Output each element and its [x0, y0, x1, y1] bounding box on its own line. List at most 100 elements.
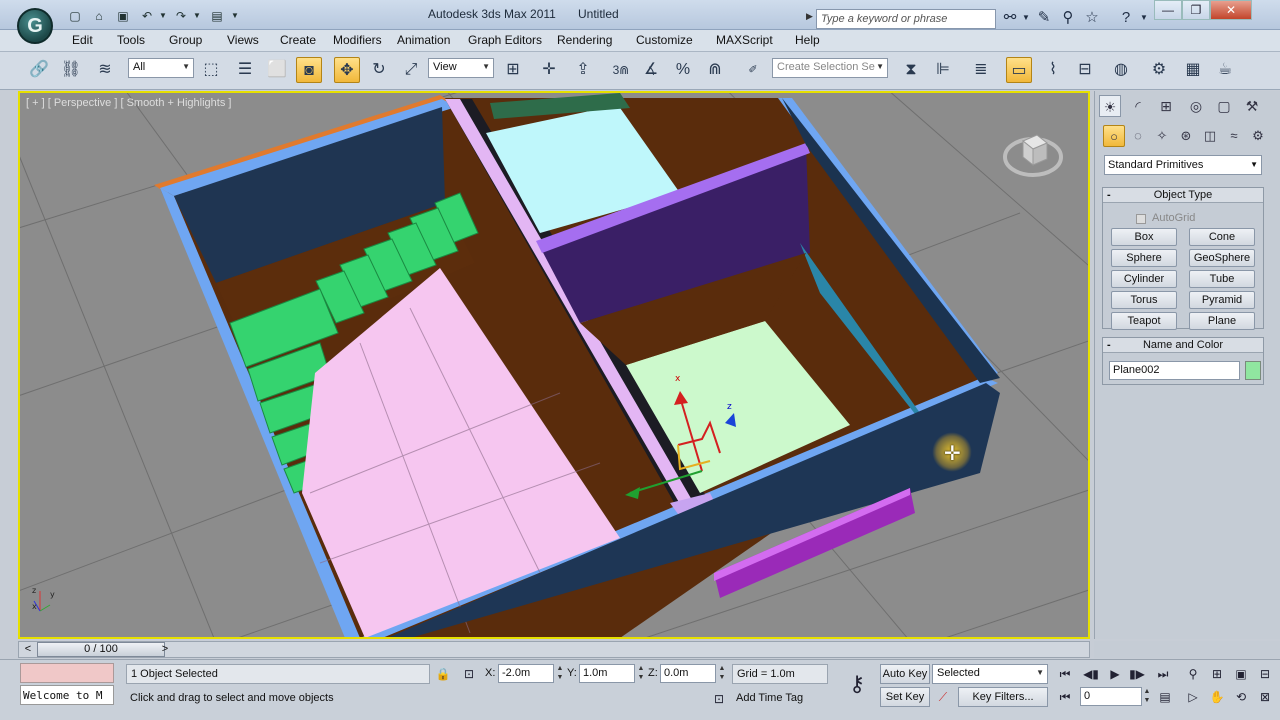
mirror-icon[interactable]: ⧗ — [898, 57, 924, 83]
percent-snap-icon[interactable]: % — [670, 57, 696, 83]
go-to-start-icon[interactable]: ⏮ — [1054, 664, 1076, 684]
x-coordinate-input[interactable]: -2.0m — [498, 664, 554, 683]
key-mode-toggle-icon[interactable]: ⏮ — [1054, 687, 1076, 707]
lights-category-icon[interactable]: ✧ — [1151, 125, 1173, 147]
unlink-selection-icon[interactable]: ⛓ — [58, 57, 84, 83]
motion-tab-icon[interactable]: ◎ — [1185, 95, 1207, 117]
set-key-icon[interactable]: ⚷ — [842, 673, 872, 695]
autogrid-checkbox[interactable] — [1136, 214, 1146, 224]
object-type-header[interactable]: - Object Type — [1103, 188, 1263, 203]
create-tab-icon[interactable]: ☀ — [1099, 95, 1121, 117]
space-warps-category-icon[interactable]: ≈ — [1223, 125, 1245, 147]
reference-coordinate-dropdown[interactable]: View — [428, 58, 494, 78]
name-and-color-header[interactable]: - Name and Color — [1103, 338, 1263, 353]
time-prev-button[interactable]: < — [20, 642, 36, 657]
field-of-view-icon[interactable]: ▷ — [1182, 687, 1204, 707]
select-and-link-icon[interactable]: 🔗 — [26, 57, 52, 83]
modify-tab-icon[interactable]: ◜ — [1127, 95, 1149, 117]
viewcube[interactable] — [1003, 123, 1063, 183]
display-tab-icon[interactable]: ▢ — [1213, 95, 1235, 117]
maxscript-listener-output[interactable] — [20, 663, 114, 683]
help-dropdown-icon[interactable]: ▼ — [1134, 8, 1154, 28]
angle-snap-icon[interactable]: ∡ — [638, 57, 664, 83]
menu-help[interactable]: Help — [793, 33, 822, 47]
undo-dropdown-icon[interactable]: ▼ — [154, 7, 172, 25]
layer-manager-icon[interactable]: ≣ — [968, 57, 994, 83]
subscription-key-icon[interactable]: ✎ — [1034, 8, 1054, 28]
menu-create[interactable]: Create — [278, 33, 318, 47]
zoom-icon[interactable]: ⚲ — [1182, 664, 1204, 684]
selection-lock-icon[interactable]: 🔒 — [432, 664, 454, 684]
geometry-category-icon[interactable]: ○ — [1103, 125, 1125, 147]
cylinder-button[interactable]: Cylinder — [1111, 270, 1177, 288]
close-button[interactable]: ✕ — [1210, 0, 1252, 20]
snaps-toggle-icon[interactable]: 3⋒ — [608, 57, 634, 83]
time-configuration-icon[interactable]: ▤ — [1154, 687, 1176, 707]
time-tag-icon[interactable]: ⊡ — [708, 689, 730, 709]
orbit-icon[interactable]: ⟲ — [1230, 687, 1252, 707]
select-object-icon[interactable]: ⬚ — [198, 57, 224, 83]
application-button[interactable]: G — [17, 8, 53, 44]
box-button[interactable]: Box — [1111, 228, 1177, 246]
object-color-swatch[interactable] — [1245, 361, 1261, 380]
pan-view-icon[interactable]: ✋ — [1206, 687, 1228, 707]
viewport-label[interactable]: [ + ] [ Perspective ] [ Smooth + Highlig… — [26, 97, 231, 109]
menu-group[interactable]: Group — [167, 33, 204, 47]
absolute-offset-mode-icon[interactable]: ⊡ — [458, 664, 480, 684]
align-icon[interactable]: ⊫ — [930, 57, 956, 83]
plane-button[interactable]: Plane — [1189, 312, 1255, 330]
edit-named-selection-icon[interactable]: ✐ — [740, 57, 766, 83]
zoom-extents-all-icon[interactable]: ⊟ — [1254, 664, 1276, 684]
cone-button[interactable]: Cone — [1189, 228, 1255, 246]
perspective-viewport[interactable]: [ + ] [ Perspective ] [ Smooth + Highlig… — [18, 91, 1090, 639]
time-next-button[interactable]: > — [157, 642, 173, 657]
maximize-viewport-icon[interactable]: ⊠ — [1254, 687, 1276, 707]
cameras-category-icon[interactable]: ⊛ — [1175, 125, 1197, 147]
time-slider-thumb[interactable]: 0 / 100 — [37, 642, 165, 657]
select-and-manipulate-icon[interactable]: ✛ — [536, 57, 562, 83]
tube-button[interactable]: Tube — [1189, 270, 1255, 288]
new-file-icon[interactable]: ▢ — [66, 7, 84, 25]
project-folder-icon[interactable]: ▤ — [208, 7, 226, 25]
time-slider[interactable]: < 0 / 100 > — [18, 641, 1090, 658]
schematic-view-icon[interactable]: ⊟ — [1072, 57, 1098, 83]
render-setup-icon[interactable]: ⚙ — [1146, 57, 1172, 83]
frame-spinner-icon[interactable]: ▲ ▼ — [1143, 687, 1151, 706]
window-crossing-icon[interactable]: ◙ — [296, 57, 322, 83]
menu-customize[interactable]: Customize — [634, 33, 695, 47]
select-and-rotate-icon[interactable]: ↻ — [366, 57, 392, 83]
helpers-category-icon[interactable]: ◫ — [1199, 125, 1221, 147]
auto-key-button[interactable]: Auto Key — [880, 664, 930, 684]
y-spinner-icon[interactable]: ▲ ▼ — [637, 664, 645, 683]
systems-category-icon[interactable]: ⚙ — [1247, 125, 1269, 147]
pyramid-button[interactable]: Pyramid — [1189, 291, 1255, 309]
select-and-move-icon[interactable]: ✥ — [334, 57, 360, 83]
search-expand-icon[interactable]: ▶ — [806, 11, 813, 22]
rendered-frame-window-icon[interactable]: ▦ — [1180, 57, 1206, 83]
quick-access-dropdown-icon[interactable]: ▼ — [226, 7, 244, 25]
default-tangents-icon[interactable]: ⟋ — [932, 687, 954, 707]
menu-views[interactable]: Views — [225, 33, 261, 47]
previous-frame-icon[interactable]: ◀▮ — [1080, 664, 1102, 684]
add-time-tag-button[interactable]: Add Time Tag — [732, 689, 828, 709]
redo-dropdown-icon[interactable]: ▼ — [188, 7, 206, 25]
menu-graph-editors[interactable]: Graph Editors — [466, 33, 544, 47]
menu-edit[interactable]: Edit — [70, 33, 95, 47]
favorites-star-icon[interactable]: ☆ — [1082, 8, 1102, 28]
utilities-tab-icon[interactable]: ⚒ — [1241, 95, 1263, 117]
menu-maxscript[interactable]: MAXScript — [714, 33, 775, 47]
z-spinner-icon[interactable]: ▲ ▼ — [718, 664, 726, 683]
go-to-end-icon[interactable]: ⏭ — [1152, 664, 1174, 684]
selection-filter-dropdown[interactable]: All — [128, 58, 194, 78]
next-frame-icon[interactable]: ▮▶ — [1126, 664, 1148, 684]
x-spinner-icon[interactable]: ▲ ▼ — [556, 664, 564, 683]
menu-animation[interactable]: Animation — [395, 33, 452, 47]
menu-rendering[interactable]: Rendering — [555, 33, 614, 47]
set-key-button[interactable]: Set Key — [880, 687, 930, 707]
help-icon[interactable]: ? — [1116, 8, 1136, 28]
primitive-category-dropdown[interactable]: Standard Primitives — [1104, 155, 1262, 175]
save-file-icon[interactable]: ▣ — [114, 7, 132, 25]
pivot-center-icon[interactable]: ⊞ — [500, 57, 526, 83]
spinner-snap-icon[interactable]: ⋒ — [702, 57, 728, 83]
sphere-button[interactable]: Sphere — [1111, 249, 1177, 267]
